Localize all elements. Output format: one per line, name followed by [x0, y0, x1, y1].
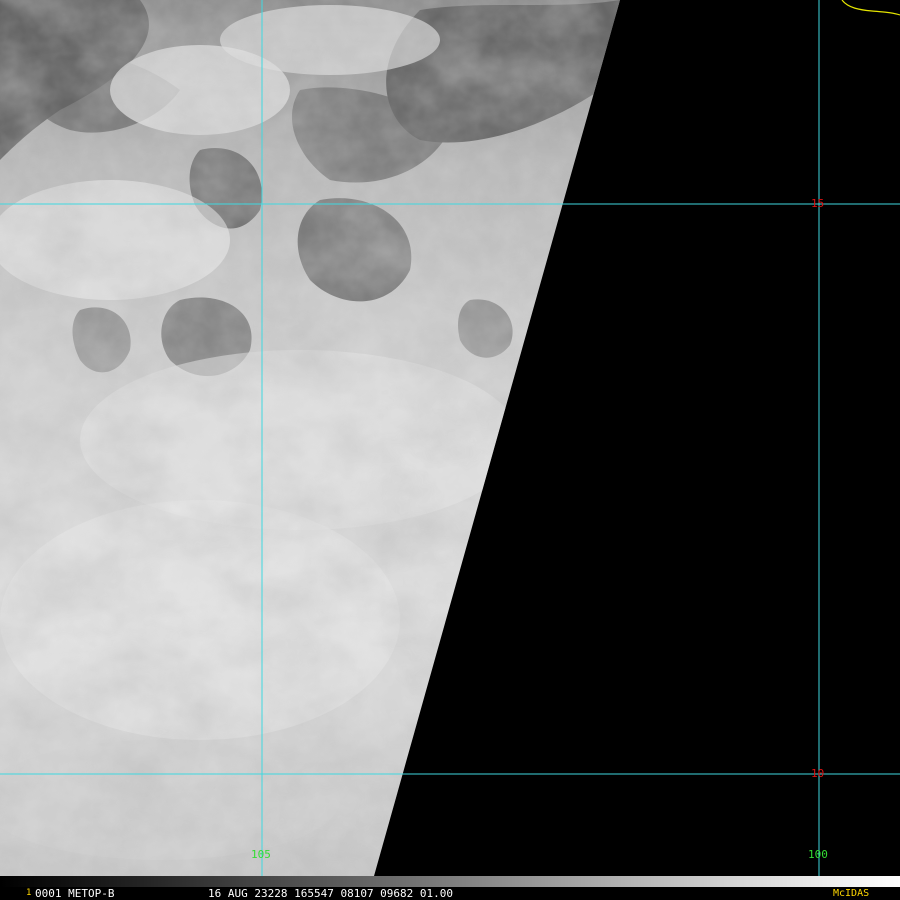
- latitude-label-15: 15: [811, 197, 825, 210]
- satellite-image-viewer: 15 10 105 100 1 0001 METOP-B 16 AUG 2322…: [0, 0, 900, 900]
- satellite-imagery: [0, 0, 900, 886]
- coastline: [841, 0, 900, 16]
- longitude-label-105: 105: [251, 848, 271, 861]
- latitude-label-10: 10: [811, 767, 825, 780]
- software-brand: McIDAS: [833, 888, 870, 899]
- frame-id: 0001 METOP-B: [35, 887, 115, 900]
- status-line: 1 0001 METOP-B 16 AUG 23228 165547 08107…: [0, 887, 900, 900]
- image-swath: [0, 0, 620, 876]
- frame-number: 1: [26, 888, 32, 898]
- timestamp-line: 16 AUG 23228 165547 08107 09682 01.00: [208, 887, 454, 900]
- longitude-label-100: 100: [808, 848, 828, 861]
